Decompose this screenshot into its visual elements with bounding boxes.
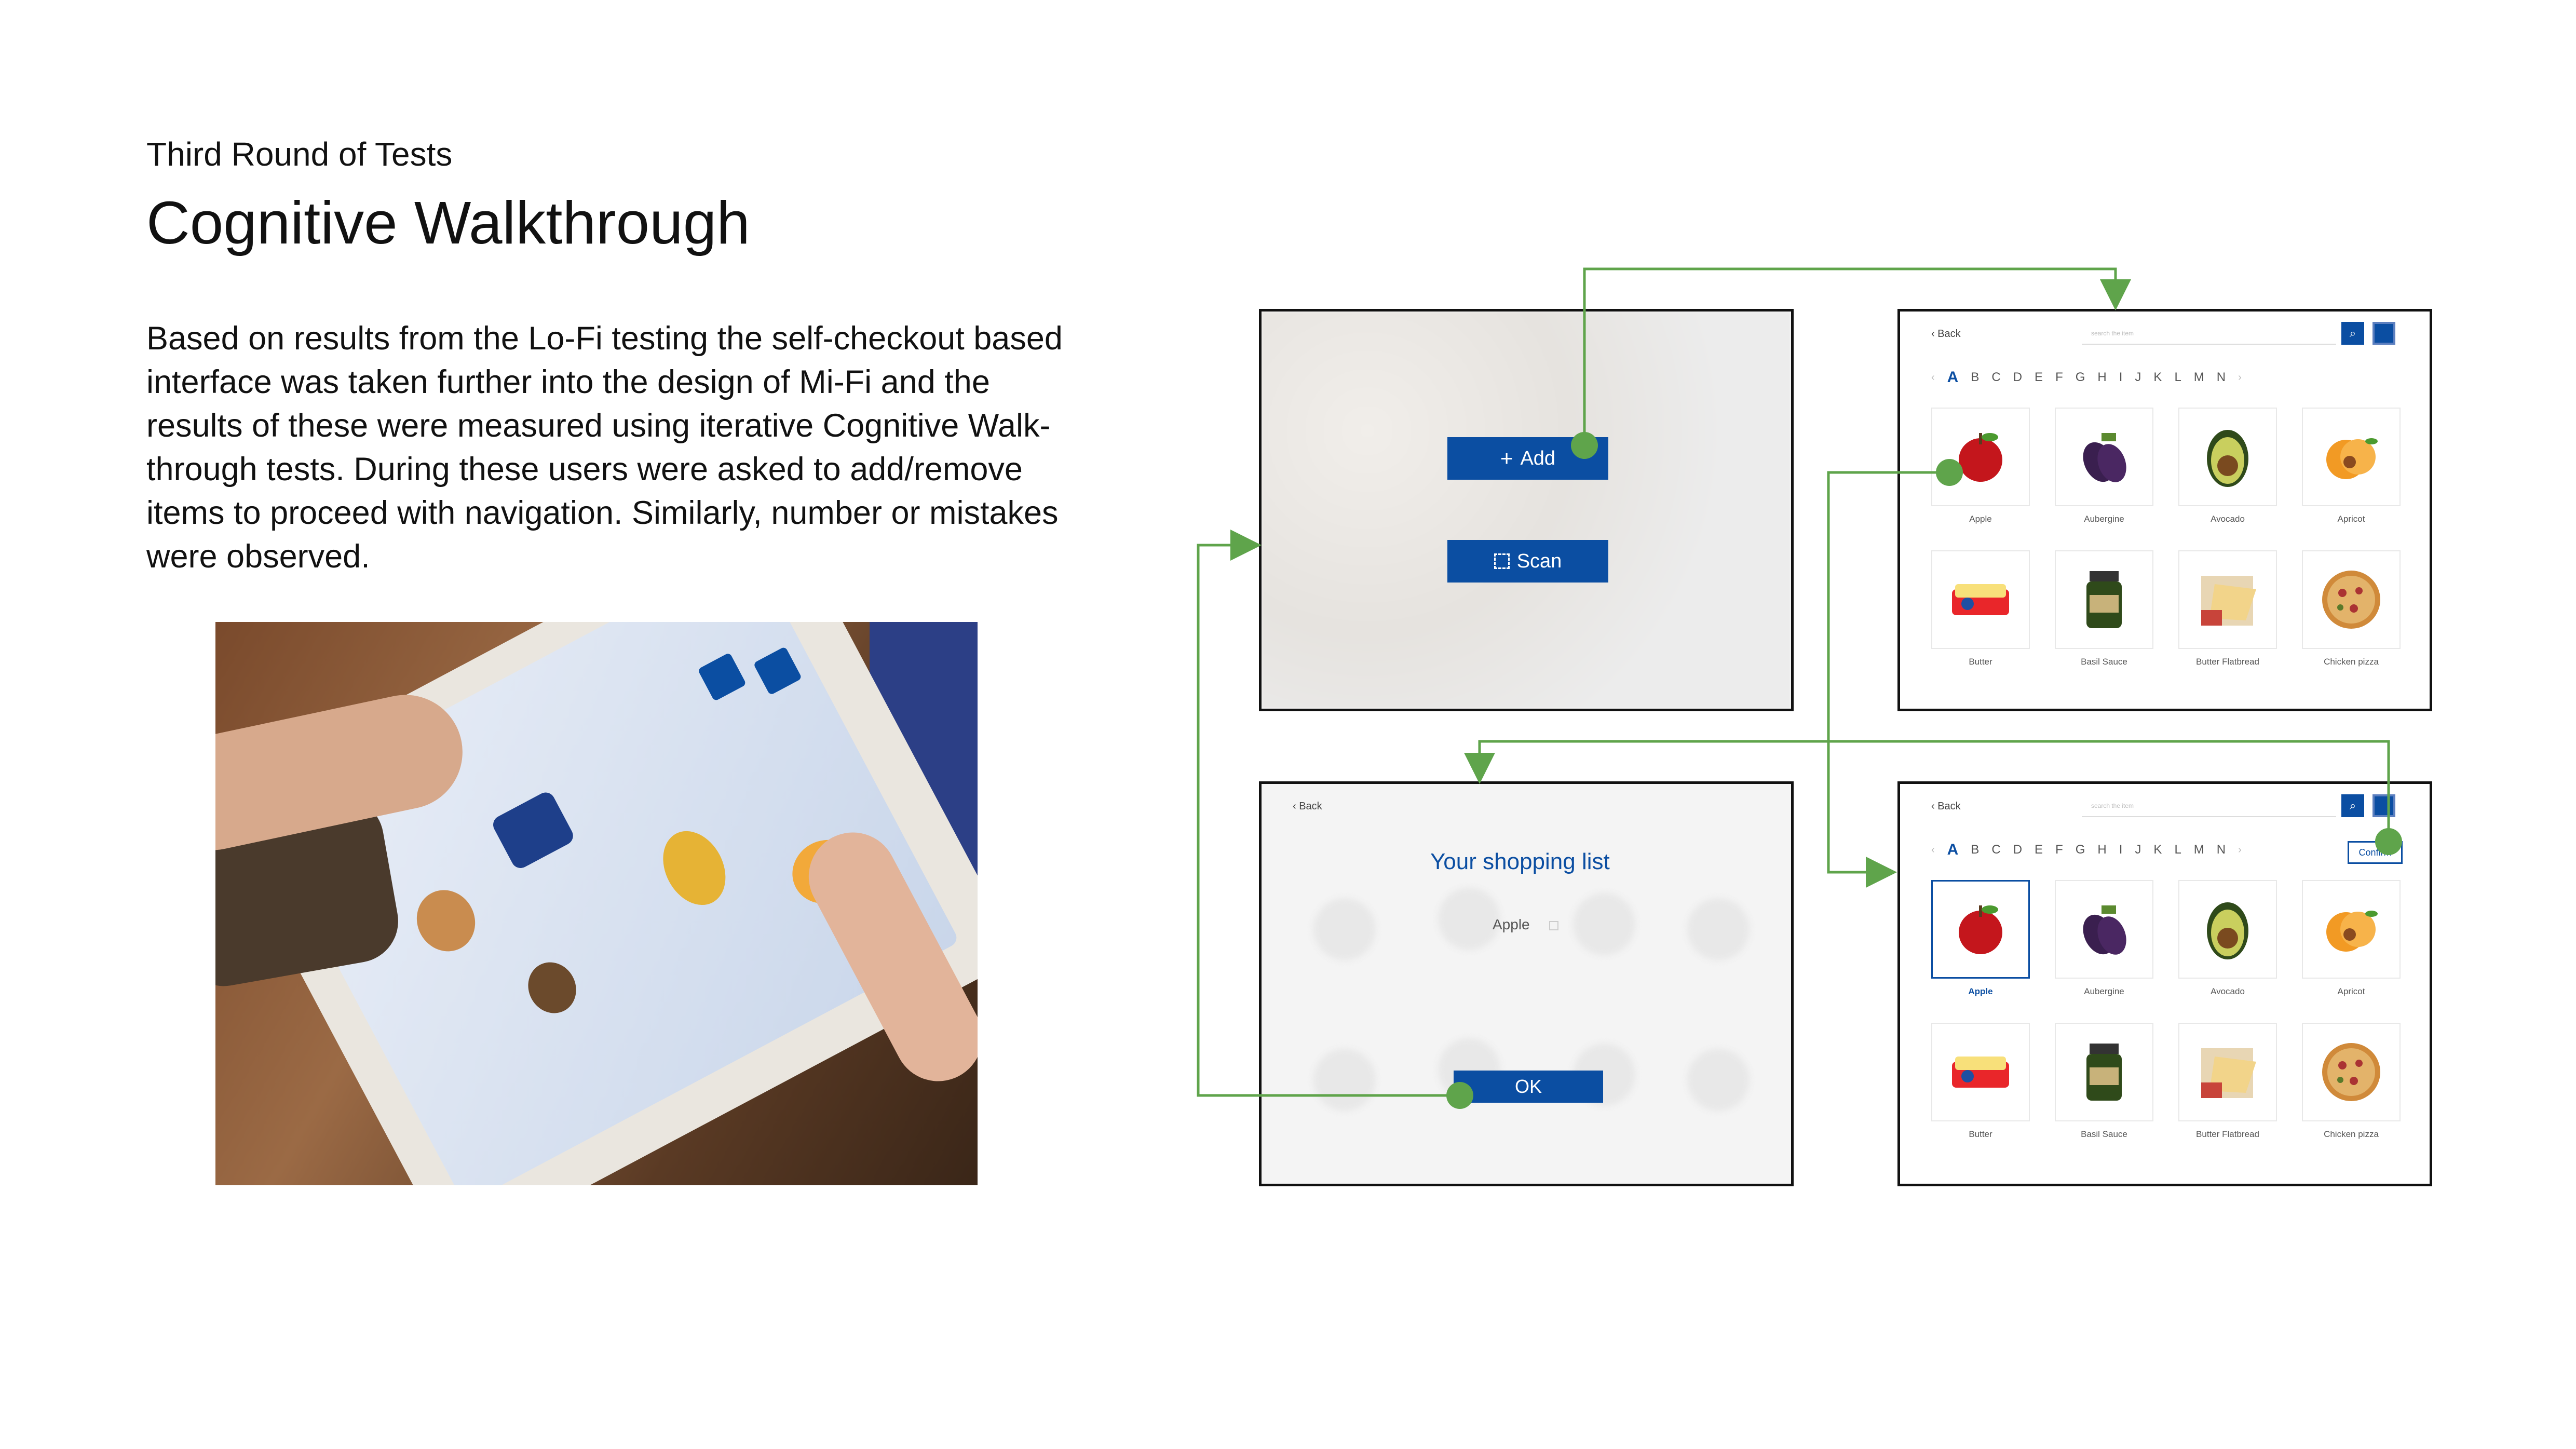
flow-node — [1446, 1082, 1473, 1109]
flow-node — [1571, 432, 1598, 459]
flow-connectors — [1197, 267, 2390, 1097]
flow-node — [2375, 828, 2402, 855]
flow-node — [1936, 459, 1963, 486]
